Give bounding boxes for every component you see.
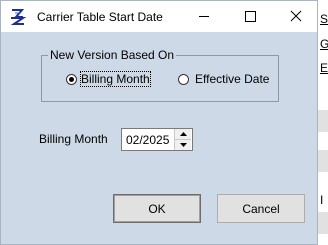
billing-month-label: Billing Month	[39, 132, 108, 146]
background-window: S G E I	[318, 0, 328, 245]
background-link[interactable]: S	[320, 12, 328, 26]
window-title: Carrier Table Start Date	[37, 10, 163, 24]
background-row	[318, 150, 328, 172]
maximize-icon	[245, 11, 256, 22]
close-button[interactable]	[273, 1, 319, 32]
ok-button-label: OK	[148, 201, 166, 216]
billing-month-radio-label[interactable]: Billing Month	[80, 71, 151, 87]
maximize-button[interactable]	[227, 1, 273, 32]
spinner-down-button[interactable]	[175, 140, 191, 150]
background-edge-text: I	[320, 193, 324, 207]
billing-month-value[interactable]: 02/2025	[126, 133, 169, 147]
background-link[interactable]: E	[320, 61, 328, 75]
minimize-button[interactable]	[181, 1, 227, 32]
ok-button[interactable]: OK	[113, 194, 201, 223]
chevron-down-icon	[179, 143, 187, 147]
close-icon	[290, 10, 302, 22]
background-row	[318, 212, 328, 234]
billing-month-spinner[interactable]: 02/2025	[121, 128, 193, 151]
cancel-button[interactable]: Cancel	[217, 194, 305, 223]
title-bar[interactable]: Carrier Table Start Date	[1, 1, 317, 32]
background-link[interactable]: G	[320, 37, 328, 51]
effective-date-radio-label[interactable]: Effective Date	[195, 72, 269, 86]
groupbox-label: New Version Based On	[48, 48, 177, 62]
minimize-icon	[199, 16, 209, 17]
billing-month-radio[interactable]	[66, 74, 77, 85]
spinner-up-button[interactable]	[175, 129, 191, 140]
spinner-buttons	[174, 129, 192, 150]
effective-date-radio[interactable]	[178, 74, 189, 85]
cancel-button-label: Cancel	[242, 201, 280, 216]
chevron-up-icon	[179, 132, 187, 136]
background-row	[318, 110, 328, 132]
app-icon	[9, 8, 27, 26]
dialog-window: Carrier Table Start Date New Version Bas…	[0, 0, 318, 245]
